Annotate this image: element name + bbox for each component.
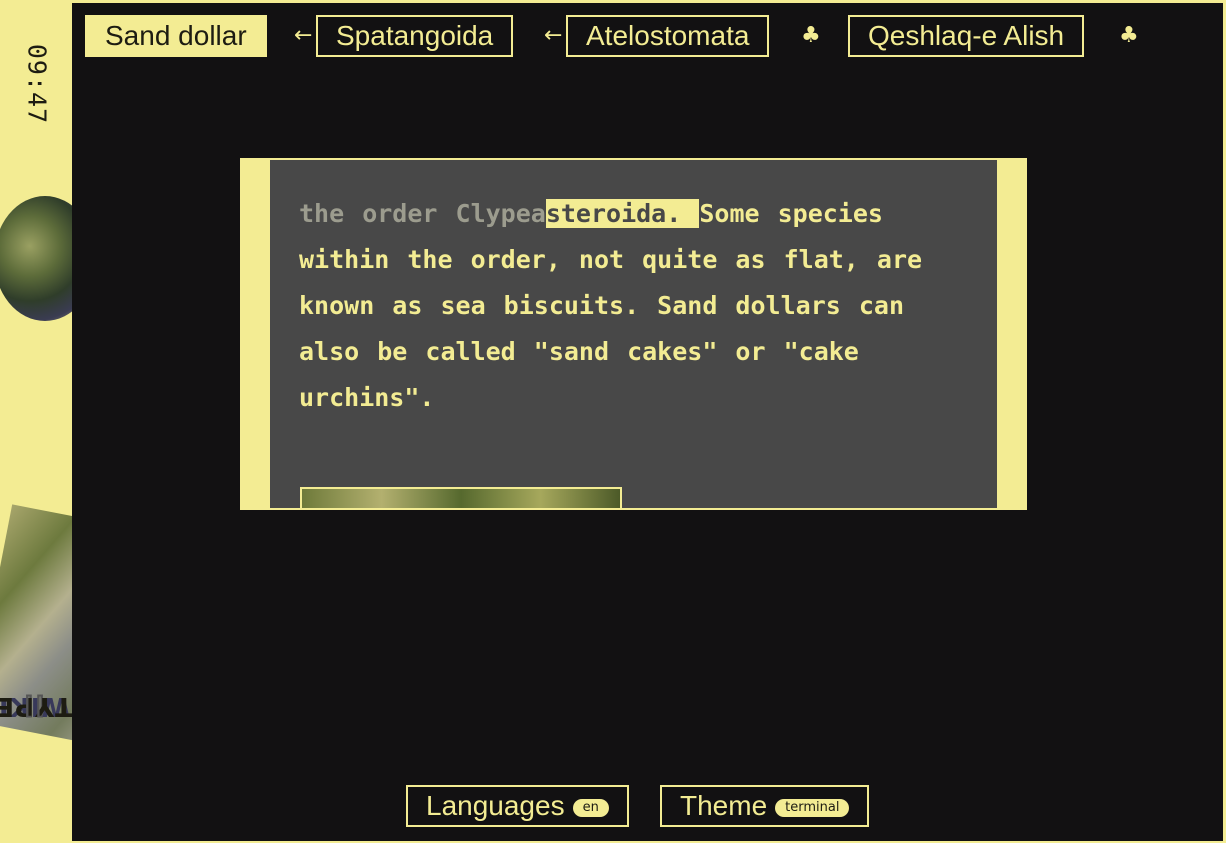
breadcrumb-atelostomata[interactable]: Atelostomata xyxy=(566,15,770,57)
club-icon[interactable]: ♣ xyxy=(801,15,821,57)
article-image[interactable] xyxy=(300,487,622,508)
breadcrumb-qeshlaq-e-alish[interactable]: Qeshlaq-e Alish xyxy=(848,15,1085,57)
article-card: the order Clypeasteroida. Some species w… xyxy=(240,158,1027,510)
left-arrow-icon: ← xyxy=(544,23,563,48)
article-panel: the order Clypeasteroida. Some species w… xyxy=(270,160,997,508)
theme-button[interactable]: Theme terminal xyxy=(660,785,870,827)
article-text: the order Clypeasteroida. Some species w… xyxy=(299,199,923,412)
breadcrumb-spatangoida[interactable]: Spatangoida xyxy=(316,15,514,57)
left-arrow-icon: ← xyxy=(294,23,313,48)
language-badge: en xyxy=(572,798,609,817)
club-icon[interactable]: ♣ xyxy=(1119,15,1139,57)
main-area: Sand dollar ← Spatangoida ← Atelostomata… xyxy=(72,3,1223,841)
languages-button[interactable]: Languages en xyxy=(406,785,629,827)
sidebar: 09:47 [[WIKI TYPE]] xyxy=(0,0,72,843)
wikitype-logo[interactable]: [[WIKI TYPE]] xyxy=(0,600,72,812)
thumbnail-image-1[interactable] xyxy=(0,196,72,321)
breadcrumb-sand-dollar[interactable]: Sand dollar xyxy=(85,15,267,57)
clock: 09:47 xyxy=(22,43,52,125)
theme-badge: terminal xyxy=(775,798,850,817)
